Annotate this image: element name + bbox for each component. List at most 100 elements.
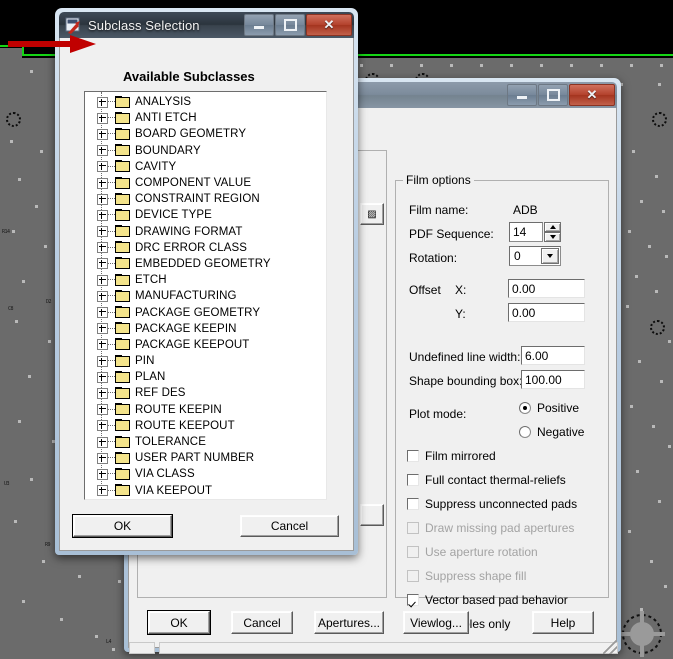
expand-plus-icon[interactable] <box>97 258 108 270</box>
tree-item-label: PIN <box>135 355 155 368</box>
cancel-button[interactable]: Cancel <box>231 611 293 634</box>
viewlog-button[interactable]: Viewlog... <box>403 611 469 634</box>
tree-item[interactable]: CAVITY <box>85 159 326 175</box>
tree-item[interactable]: EMBEDDED GEOMETRY <box>85 256 326 272</box>
offset-x-label: X: <box>455 283 467 297</box>
tree-item[interactable]: BOUNDARY <box>85 143 326 159</box>
expand-plus-icon[interactable] <box>97 112 108 124</box>
expand-plus-icon[interactable] <box>97 371 108 383</box>
expand-plus-icon[interactable] <box>97 420 108 432</box>
tree-connector-dots <box>108 230 115 233</box>
tree-item[interactable]: DRAWING FORMAT <box>85 224 326 240</box>
expand-plus-icon[interactable] <box>97 323 108 335</box>
expand-plus-icon[interactable] <box>97 193 108 205</box>
pcb-silkscreen-text: U3 <box>4 481 10 487</box>
tree-item[interactable]: ROUTE KEEPIN <box>85 402 326 418</box>
checkbox-suppress-unconnected-pads[interactable]: Suppress unconnected pads <box>407 497 577 511</box>
tree-item[interactable]: PACKAGE KEEPIN <box>85 321 326 337</box>
shape-bounding-box-input[interactable]: 100.00 <box>521 370 585 389</box>
spin-down-button[interactable] <box>544 232 561 242</box>
checkbox-film-mirrored[interactable]: Film mirrored <box>407 449 496 463</box>
tree-item[interactable]: TOLERANCE <box>85 434 326 450</box>
tree-item[interactable]: PIN <box>85 353 326 369</box>
tree-item[interactable]: ETCH <box>85 272 326 288</box>
expand-plus-icon[interactable] <box>97 145 108 157</box>
tree-item[interactable]: CONSTRAINT REGION <box>85 191 326 207</box>
tree-item[interactable]: VIA CLASS <box>85 466 326 482</box>
expand-plus-icon[interactable] <box>97 452 108 464</box>
subclass-tree[interactable]: ANALYSIS ANTI ETCH BOARD GEOMETRY BOUNDARY C… <box>85 92 326 499</box>
ok-button[interactable]: OK <box>148 611 210 634</box>
subclass-ok-button[interactable]: OK <box>73 515 172 537</box>
tree-item[interactable]: MANUFACTURING <box>85 288 326 304</box>
rotation-select[interactable]: 0 <box>509 246 561 266</box>
offset-x-input[interactable]: 0.00 <box>508 279 585 298</box>
tree-item[interactable]: COMPONENT VALUE <box>85 175 326 191</box>
expand-plus-icon[interactable] <box>97 468 108 480</box>
expand-plus-icon[interactable] <box>97 436 108 448</box>
expand-plus-icon[interactable] <box>97 355 108 367</box>
tree-connector-dots <box>108 101 115 103</box>
maximize-button[interactable] <box>275 14 305 36</box>
expand-plus-icon[interactable] <box>97 226 108 238</box>
tree-item[interactable]: BOARD GEOMETRY <box>85 126 326 142</box>
apertures-button[interactable]: Apertures... <box>314 611 384 634</box>
expand-plus-icon[interactable] <box>97 177 108 189</box>
tree-item[interactable]: ANTI ETCH <box>85 110 326 126</box>
tree-item[interactable]: PLAN <box>85 369 326 385</box>
tree-item-label: ANALYSIS <box>135 96 192 109</box>
plot-mode-positive-radio[interactable]: Positive <box>519 401 579 415</box>
tree-item[interactable]: PACKAGE KEEPOUT <box>85 337 326 353</box>
expand-plus-icon[interactable] <box>97 307 108 319</box>
expand-plus-icon[interactable] <box>97 404 108 416</box>
plot-mode-negative-radio[interactable]: Negative <box>519 425 584 439</box>
close-button[interactable]: ✕ <box>306 14 352 36</box>
tree-item[interactable]: PACKAGE GEOMETRY <box>85 304 326 320</box>
available-subclasses-listbox[interactable]: ANALYSIS ANTI ETCH BOARD GEOMETRY BOUNDARY C… <box>84 91 327 500</box>
undefined-line-width-input[interactable]: 6.00 <box>521 346 585 365</box>
tree-item[interactable]: DEVICE TYPE <box>85 207 326 223</box>
tree-connector-dots <box>108 165 115 168</box>
expand-plus-icon[interactable] <box>97 96 108 108</box>
spin-up-button[interactable] <box>544 222 561 232</box>
expand-plus-icon[interactable] <box>97 209 108 221</box>
help-button[interactable]: Help <box>532 611 594 634</box>
rotation-value: 0 <box>514 249 521 263</box>
pcb-silkscreen-text: D2 <box>46 299 52 305</box>
checkbox-full-contact-thermal-reliefs[interactable]: Full contact thermal-reliefs <box>407 473 566 487</box>
tree-item[interactable]: REF DES <box>85 385 326 401</box>
expand-plus-icon[interactable] <box>97 242 108 254</box>
expand-plus-icon[interactable] <box>97 128 108 140</box>
tree-item[interactable]: DRC ERROR CLASS <box>85 240 326 256</box>
checkbox-label: Use aperture rotation <box>425 545 538 559</box>
offset-y-input[interactable]: 0.00 <box>508 303 585 322</box>
tree-connector-dots <box>108 214 115 216</box>
secondary-list-button[interactable] <box>360 504 384 526</box>
expand-plus-icon[interactable] <box>97 274 108 286</box>
expand-plus-icon[interactable] <box>97 485 108 497</box>
subclass-cancel-button[interactable]: Cancel <box>240 515 339 537</box>
expand-plus-icon[interactable] <box>97 290 108 302</box>
checkbox-indicator <box>407 594 419 606</box>
chevron-down-icon[interactable] <box>541 248 559 264</box>
subclass-dialog-titlebar[interactable]: Subclass Selection ✕ <box>59 12 354 38</box>
checkbox-vector-based-pad-behavior[interactable]: Vector based pad behavior <box>407 593 568 607</box>
browse-subclass-button[interactable]: ▨ <box>360 203 384 225</box>
minimize-button[interactable] <box>507 84 537 106</box>
pdf-sequence-input[interactable]: 14 <box>509 222 543 242</box>
pdf-sequence-spin-buttons[interactable] <box>544 222 561 242</box>
tree-connector-dots <box>108 376 115 378</box>
tree-item[interactable]: USER PART NUMBER <box>85 450 326 466</box>
pdf-sequence-stepper[interactable]: 14 <box>509 222 561 242</box>
tree-item[interactable]: VIA KEEPOUT <box>85 483 326 499</box>
expand-plus-icon[interactable] <box>97 161 108 173</box>
maximize-button[interactable] <box>538 84 568 106</box>
close-button[interactable]: ✕ <box>569 84 615 106</box>
expand-plus-icon[interactable] <box>97 339 108 351</box>
tree-item[interactable]: ANALYSIS <box>85 94 326 110</box>
tree-item-label: MANUFACTURING <box>135 290 237 303</box>
minimize-button[interactable] <box>244 14 274 36</box>
tree-item[interactable]: ROUTE KEEPOUT <box>85 418 326 434</box>
expand-plus-icon[interactable] <box>97 387 108 399</box>
resize-grip[interactable] <box>603 640 617 654</box>
